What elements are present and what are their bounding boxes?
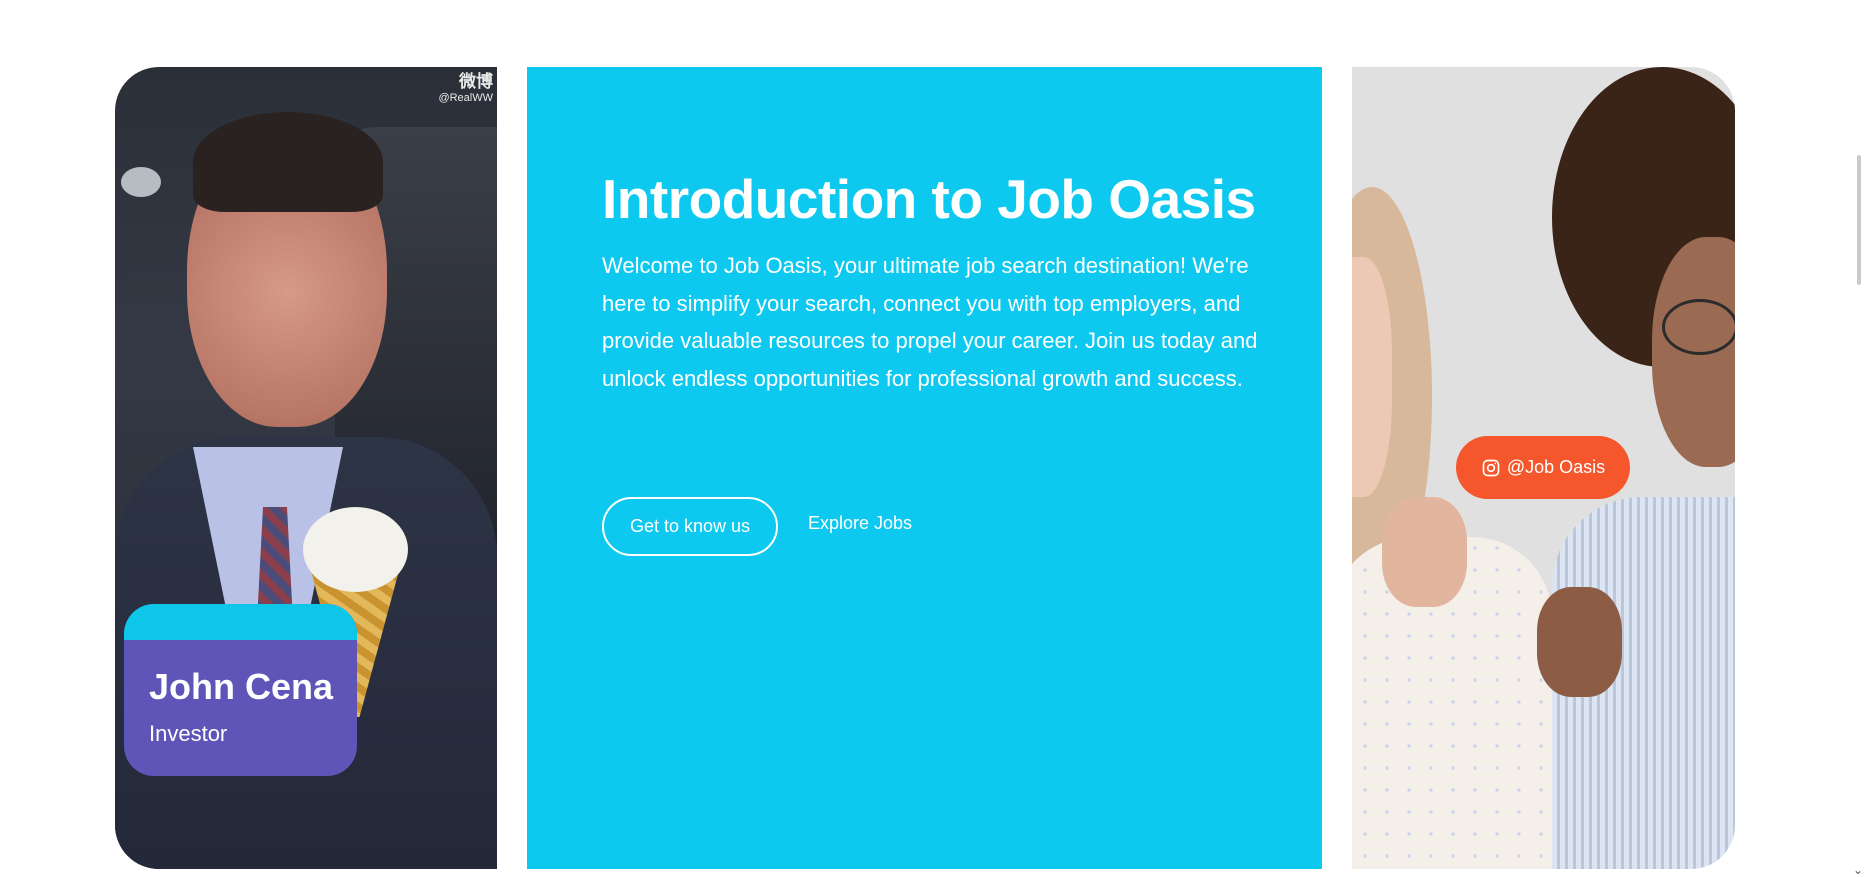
photo-watermark: 微博 @RealWW (438, 72, 493, 104)
get-to-know-us-button[interactable]: Get to know us (602, 497, 778, 556)
photo-hair (193, 112, 383, 212)
photo-background-light (121, 167, 161, 197)
photo-woman-left-fist (1382, 497, 1467, 607)
instagram-badge[interactable]: @Job Oasis (1456, 436, 1630, 499)
person-role: Investor (149, 721, 228, 746)
intro-section: 微博 @RealWW John Cena Investor Introducti… (0, 0, 1867, 877)
person-name: John Cena (149, 666, 334, 707)
instagram-icon (1482, 459, 1500, 476)
photo-glasses (1662, 299, 1735, 355)
photo-woman-right-fist (1537, 587, 1622, 697)
intro-panel: Introduction to Job Oasis Welcome to Job… (527, 67, 1322, 869)
instagram-handle: @Job Oasis (1506, 457, 1606, 477)
person-card-accent (124, 604, 357, 640)
explore-jobs-link[interactable]: Explore Jobs (808, 513, 912, 534)
watermark-handle: @RealWW (438, 91, 493, 104)
intro-title: Introduction to Job Oasis (602, 168, 1256, 230)
scroll-down-arrow-icon[interactable]: ⌄ (1853, 864, 1863, 876)
person-name-card: John Cena Investor (124, 604, 357, 776)
scrollbar-thumb[interactable] (1857, 155, 1861, 285)
photo-ice-cream-scoop (303, 507, 408, 592)
intro-description: Welcome to Job Oasis, your ultimate job … (602, 253, 1258, 391)
watermark-logo-text: 微博 (459, 72, 493, 91)
